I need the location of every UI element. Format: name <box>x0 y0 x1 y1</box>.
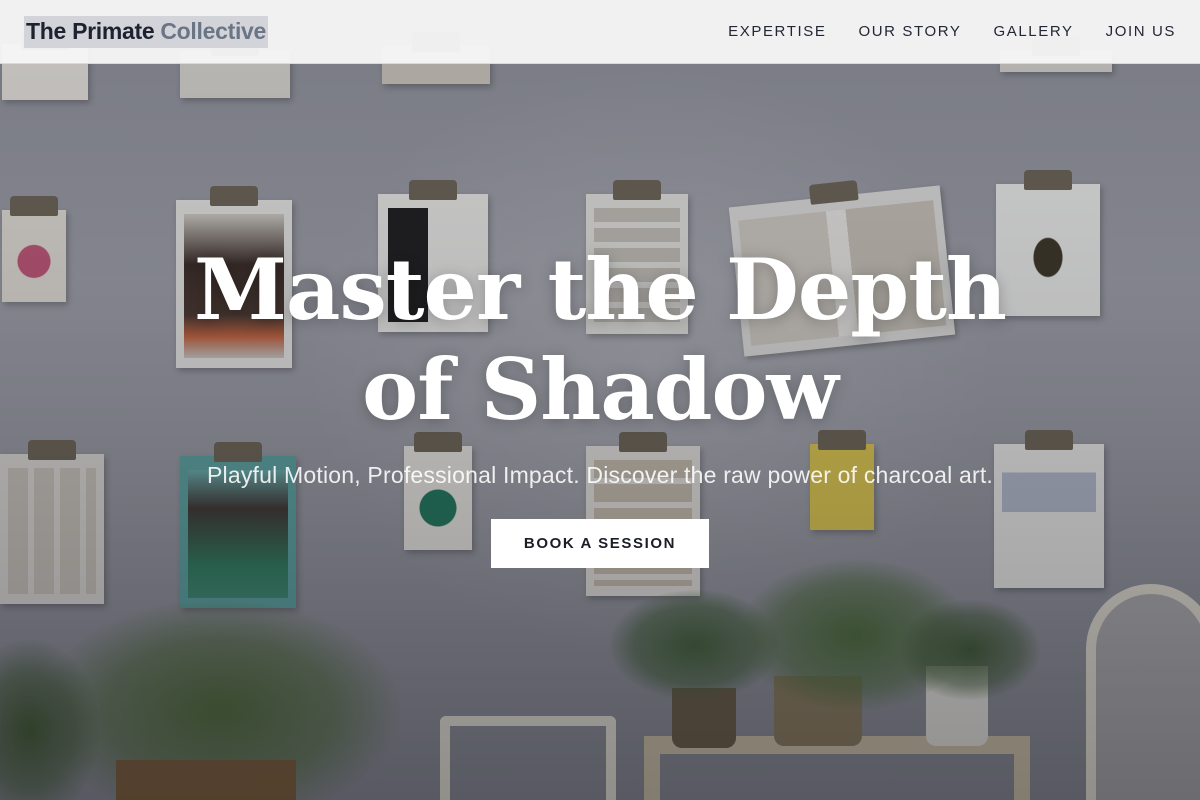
nav-link-gallery[interactable]: GALLERY <box>993 23 1073 40</box>
brand-name-accent: Collective <box>160 18 267 44</box>
main-nav: EXPERTISE OUR STORY GALLERY JOIN US <box>728 23 1176 40</box>
hero-subtitle: Playful Motion, Professional Impact. Dis… <box>206 462 994 488</box>
hero-title-line-2: of Shadow <box>362 340 839 439</box>
nav-link-expertise[interactable]: EXPERTISE <box>728 23 826 40</box>
nav-link-our-story[interactable]: OUR STORY <box>858 23 961 40</box>
hero-title-line-1: Master the Depth <box>194 240 1007 339</box>
site-header: The Primate Collective EXPERTISE OUR STO… <box>0 0 1200 64</box>
book-session-button[interactable]: BOOK A SESSION <box>491 519 709 568</box>
brand-logo[interactable]: The Primate Collective <box>24 15 269 48</box>
brand-name-main: The Primate <box>26 18 155 44</box>
hero-title: Master the Depth of Shadow <box>0 240 1200 440</box>
hero-content: Master the Depth of Shadow Playful Motio… <box>0 240 1200 568</box>
nav-link-join-us[interactable]: JOIN US <box>1106 23 1176 40</box>
